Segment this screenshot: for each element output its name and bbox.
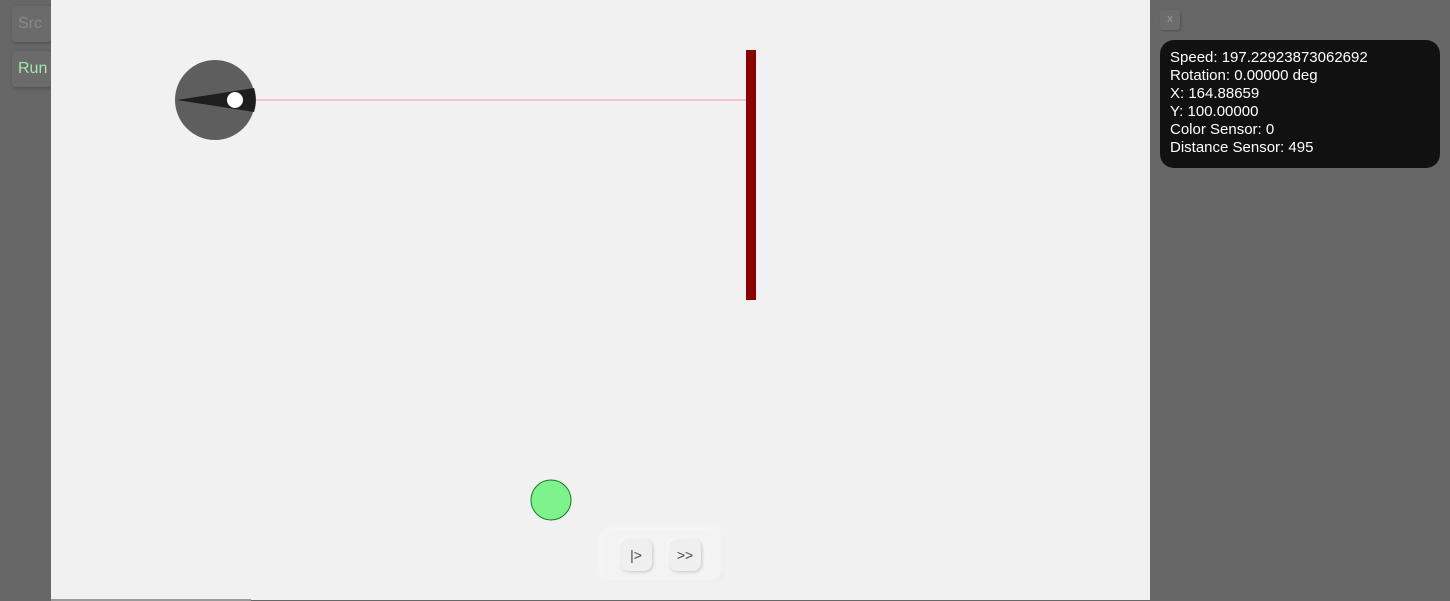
arena-canvas [175,50,756,521]
robot-eye [227,92,243,108]
distance-sensor-readout: Distance Sensor: 495 [1170,139,1314,156]
color-sensor-readout: Color Sensor: 0 [1170,121,1275,138]
wall-obstacle [746,50,756,300]
robot [175,60,256,140]
robot-status-box: Speed: 197.22923873062692 Rotation: 0.00… [1160,40,1440,168]
src-button[interactable]: Src [12,6,52,42]
simulation-arena [51,0,1150,600]
playback-controls: |> >> [603,530,721,580]
fast-forward-button[interactable]: >> [669,539,701,571]
app-root: Src Run |> >> x Speed: 197.2292387306269… [0,0,1450,601]
run-button[interactable]: Run [12,51,52,87]
goal-marker [530,479,572,521]
x-position-readout: X: 164.88659 [1170,85,1260,102]
y-position-readout: Y: 100.00000 [1170,103,1259,120]
info-panel: x Speed: 197.22923873062692 Rotation: 0.… [1150,0,1450,601]
left-toolbar: Src Run [0,0,52,601]
rotation-readout: Rotation: 0.00000 deg [1170,67,1318,84]
close-panel-button[interactable]: x [1160,10,1180,30]
step-button[interactable]: |> [620,539,652,571]
speed-readout: Speed: 197.22923873062692 [1170,49,1368,66]
